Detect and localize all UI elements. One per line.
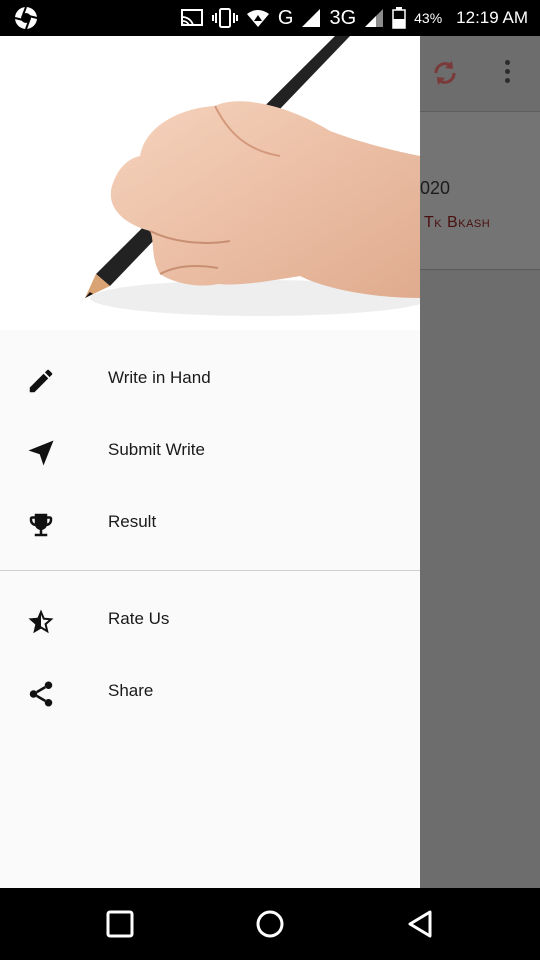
navigation-drawer: Write in Hand Submit Write Result Rate U… — [0, 36, 420, 888]
drawer-header-image — [0, 36, 420, 330]
background-app-scrim[interactable]: 020 Tk Bkash — [420, 36, 540, 888]
recents-button[interactable] — [104, 908, 136, 940]
battery-percent: 43% — [414, 10, 443, 26]
home-button[interactable] — [254, 908, 286, 940]
menu-item-rate-us[interactable]: Rate Us — [0, 583, 420, 655]
hand-writing-illustration — [0, 36, 420, 330]
system-navigation-bar — [0, 888, 540, 960]
share-icon — [29, 681, 53, 707]
menu-item-write-in-hand[interactable]: Write in Hand — [0, 342, 420, 414]
send-icon — [28, 440, 54, 466]
background-toolbar — [420, 36, 540, 112]
drawer-divider — [0, 570, 420, 571]
data-saver-icon — [246, 10, 269, 27]
network-3g-label: 3G — [329, 6, 357, 29]
menu-label-result: Result — [108, 512, 157, 531]
back-button[interactable] — [404, 908, 436, 940]
menu-item-result[interactable]: Result — [0, 486, 420, 558]
background-year-text: 020 — [420, 178, 451, 198]
signal-icon-1 — [302, 9, 321, 27]
menu-item-submit-write[interactable]: Submit Write — [0, 414, 420, 486]
clock: 12:19 AM — [456, 8, 528, 27]
pencil-icon — [29, 369, 53, 393]
trophy-icon — [29, 513, 53, 537]
background-bkash-text: Tk Bkash — [424, 214, 491, 231]
signal-icon-2 — [365, 9, 384, 27]
menu-label-share: Share — [108, 681, 154, 700]
menu-label-write-in-hand: Write in Hand — [108, 368, 211, 387]
status-bar: G 3G 43% 12:19 AM — [0, 0, 540, 36]
menu-label-submit-write: Submit Write — [108, 440, 205, 459]
shutter-icon — [14, 6, 38, 30]
battery-icon — [392, 7, 406, 29]
menu-item-share[interactable]: Share — [0, 655, 420, 727]
status-icons: G 3G 43% 12:19 AM — [180, 0, 528, 36]
overflow-menu-icon — [500, 60, 514, 88]
vibrate-icon — [211, 8, 238, 28]
menu-label-rate-us: Rate Us — [108, 609, 170, 628]
refresh-icon — [434, 61, 456, 85]
star-half-icon — [28, 609, 54, 634]
network-g-label: G — [277, 6, 294, 29]
cast-icon — [180, 9, 203, 26]
